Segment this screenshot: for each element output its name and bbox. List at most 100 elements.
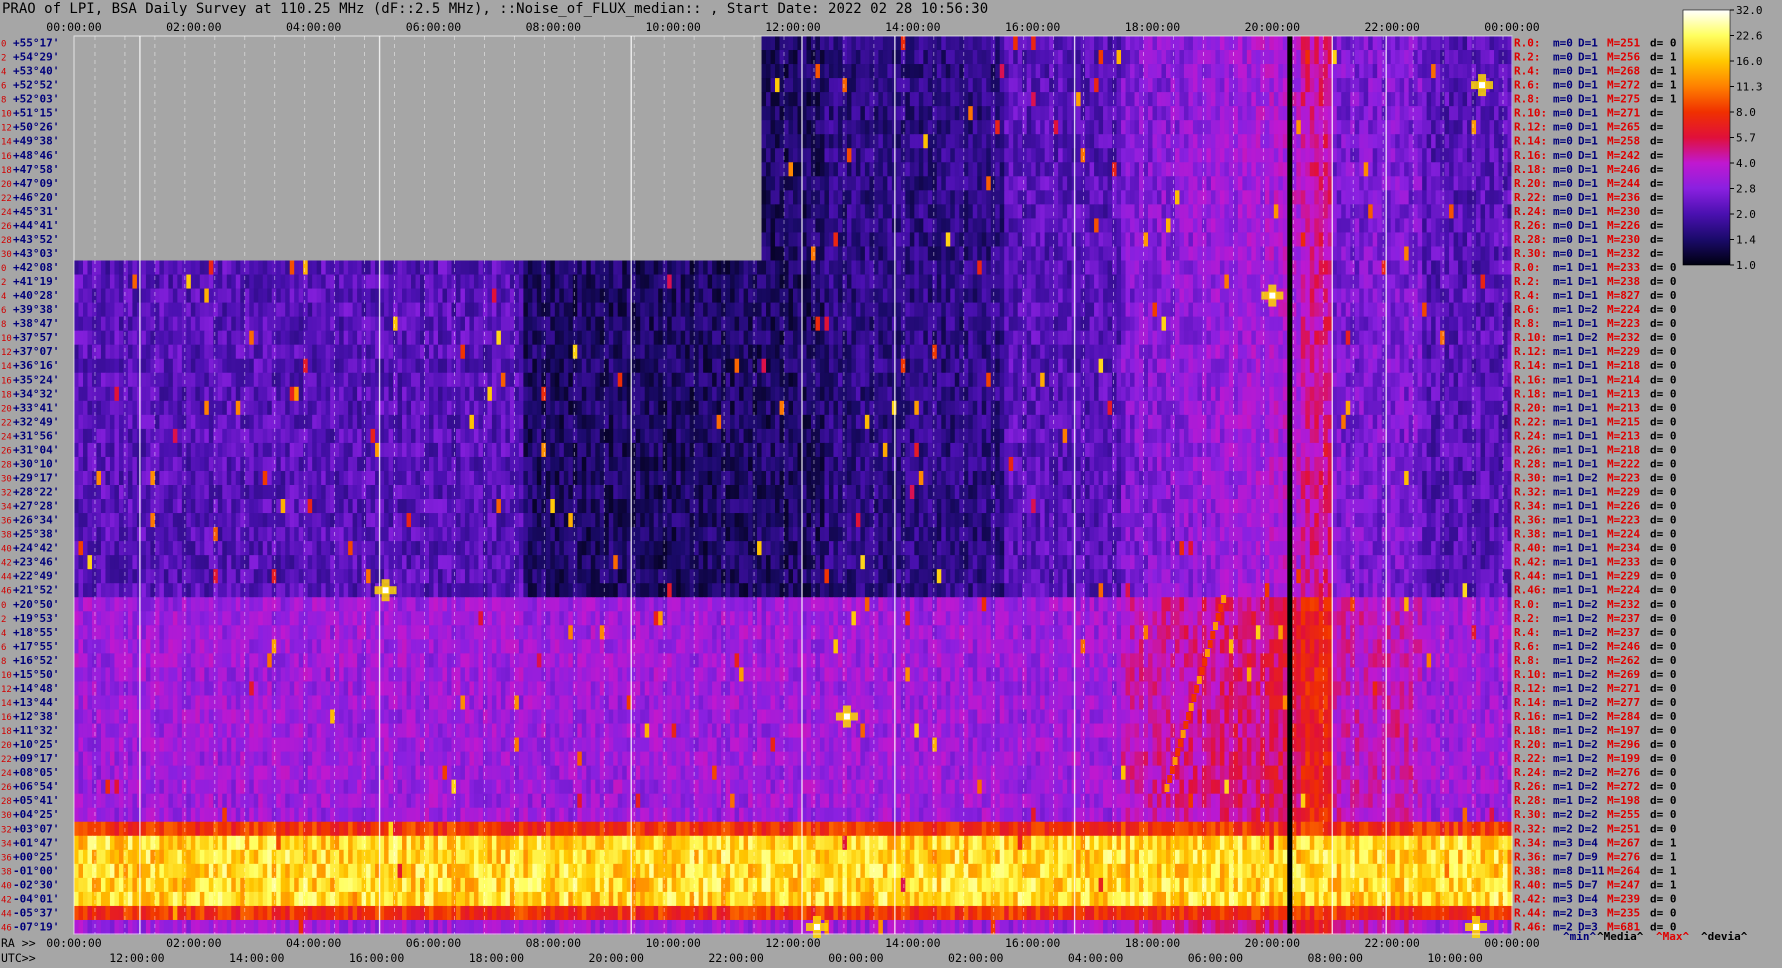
heatmap-cell bbox=[608, 260, 614, 276]
heatmap-cell bbox=[1116, 344, 1122, 360]
heatmap-cell bbox=[1485, 344, 1491, 360]
heatmap-cell bbox=[1040, 36, 1046, 51]
heatmap-cell bbox=[707, 288, 713, 304]
heatmap-cell bbox=[905, 190, 911, 205]
heatmap-cell bbox=[770, 106, 776, 121]
heatmap-cell bbox=[1004, 260, 1010, 276]
heatmap-cell bbox=[334, 302, 340, 318]
heatmap-cell bbox=[968, 330, 974, 346]
heatmap-cell bbox=[1309, 134, 1315, 149]
heatmap-cell bbox=[1022, 274, 1028, 290]
heatmap-cell bbox=[941, 246, 947, 262]
heatmap-cell bbox=[343, 302, 349, 318]
heatmap-cell bbox=[932, 316, 938, 332]
heatmap-cell bbox=[721, 302, 727, 318]
heatmap-cell bbox=[882, 120, 888, 135]
heatmap-cell bbox=[1255, 260, 1261, 276]
heatmap-cell bbox=[932, 246, 938, 262]
heatmap-cell bbox=[923, 204, 929, 220]
heatmap-cell bbox=[1300, 120, 1306, 135]
heatmap-cell bbox=[855, 36, 861, 51]
heatmap-cell bbox=[905, 148, 911, 163]
heatmap-cell bbox=[1085, 50, 1091, 65]
heatmap-cell bbox=[1323, 36, 1329, 51]
heatmap-cell bbox=[1404, 316, 1410, 332]
heatmap-cell bbox=[1291, 204, 1297, 220]
heatmap-cell bbox=[1161, 134, 1167, 149]
heatmap-cell bbox=[1148, 134, 1154, 149]
heatmap-cell bbox=[837, 260, 844, 276]
heatmap-cell bbox=[1197, 260, 1203, 276]
heatmap-cell bbox=[1031, 162, 1037, 177]
heatmap-cell bbox=[244, 316, 250, 332]
heatmap-cell bbox=[1085, 204, 1091, 220]
heatmap-cell bbox=[1103, 218, 1109, 234]
heatmap-cell bbox=[1062, 176, 1068, 191]
heatmap-cell bbox=[761, 302, 767, 318]
heatmap-cell bbox=[1067, 204, 1073, 220]
heatmap-cell bbox=[1413, 344, 1419, 360]
heatmap-cell bbox=[1399, 260, 1405, 276]
heatmap-cell bbox=[1350, 344, 1356, 360]
heatmap-cell bbox=[1237, 176, 1243, 191]
heatmap-cell bbox=[1116, 64, 1122, 79]
heatmap-cell bbox=[1336, 162, 1342, 177]
heatmap-cell bbox=[932, 50, 938, 65]
heatmap-cell bbox=[1022, 204, 1028, 220]
heatmap-cell bbox=[1080, 204, 1086, 220]
heatmap-cell bbox=[289, 302, 295, 318]
heatmap-cell bbox=[784, 302, 790, 318]
heatmap-cell bbox=[181, 358, 187, 374]
heatmap-cell bbox=[1062, 316, 1068, 332]
heatmap-cell bbox=[222, 316, 228, 332]
heatmap-cell bbox=[1206, 64, 1212, 79]
heatmap-cell bbox=[1359, 232, 1365, 248]
heatmap-cell bbox=[1296, 190, 1302, 205]
heatmap-cell bbox=[415, 330, 421, 346]
heatmap-cell bbox=[1309, 50, 1315, 65]
heatmap-cell bbox=[757, 344, 763, 360]
heatmap-cell bbox=[932, 330, 938, 346]
heatmap-cell bbox=[586, 330, 592, 346]
heatmap-cell bbox=[918, 190, 924, 205]
heatmap-cell bbox=[828, 176, 835, 191]
heatmap-cell bbox=[1125, 232, 1131, 248]
heatmap-cell bbox=[842, 246, 848, 262]
heatmap-cell bbox=[1503, 260, 1509, 276]
heatmap-cell bbox=[1476, 246, 1482, 262]
heatmap-cell bbox=[1197, 50, 1203, 65]
heatmap-cell bbox=[1170, 148, 1176, 163]
heatmap-cell bbox=[1134, 190, 1140, 205]
heatmap-cell bbox=[357, 274, 363, 290]
heatmap-cell bbox=[887, 344, 893, 360]
heatmap-cell bbox=[1143, 134, 1149, 149]
heatmap-cell bbox=[1260, 190, 1266, 205]
heatmap-cell bbox=[361, 344, 367, 360]
heatmap-cell bbox=[168, 330, 174, 346]
heatmap-cell bbox=[96, 274, 102, 290]
heatmap-cell bbox=[1440, 246, 1446, 262]
heatmap-cell bbox=[775, 302, 781, 318]
heatmap-cell bbox=[1179, 120, 1185, 135]
heatmap-cell bbox=[936, 190, 942, 205]
heatmap-cell bbox=[941, 148, 947, 163]
heatmap-cell bbox=[1215, 78, 1221, 93]
heatmap-cell bbox=[429, 288, 435, 304]
heatmap-cell bbox=[963, 162, 969, 177]
heatmap-cell bbox=[968, 162, 974, 177]
heatmap-cell bbox=[878, 106, 884, 121]
heatmap-cell bbox=[1031, 36, 1037, 51]
heatmap-cell bbox=[837, 92, 844, 107]
heatmap-cell bbox=[1107, 64, 1113, 79]
heatmap-cell bbox=[1485, 274, 1491, 290]
heatmap-cell bbox=[1242, 288, 1248, 304]
heatmap-cell bbox=[1215, 316, 1221, 332]
heatmap-cell bbox=[478, 302, 484, 318]
heatmap-cell bbox=[1076, 190, 1082, 205]
heatmap-cell bbox=[222, 260, 228, 276]
heatmap-cell bbox=[1363, 232, 1369, 248]
heatmap-cell bbox=[1143, 232, 1149, 248]
heatmap-cell bbox=[1417, 260, 1423, 276]
heatmap-cell bbox=[990, 78, 996, 93]
heatmap-cell bbox=[1363, 190, 1369, 205]
